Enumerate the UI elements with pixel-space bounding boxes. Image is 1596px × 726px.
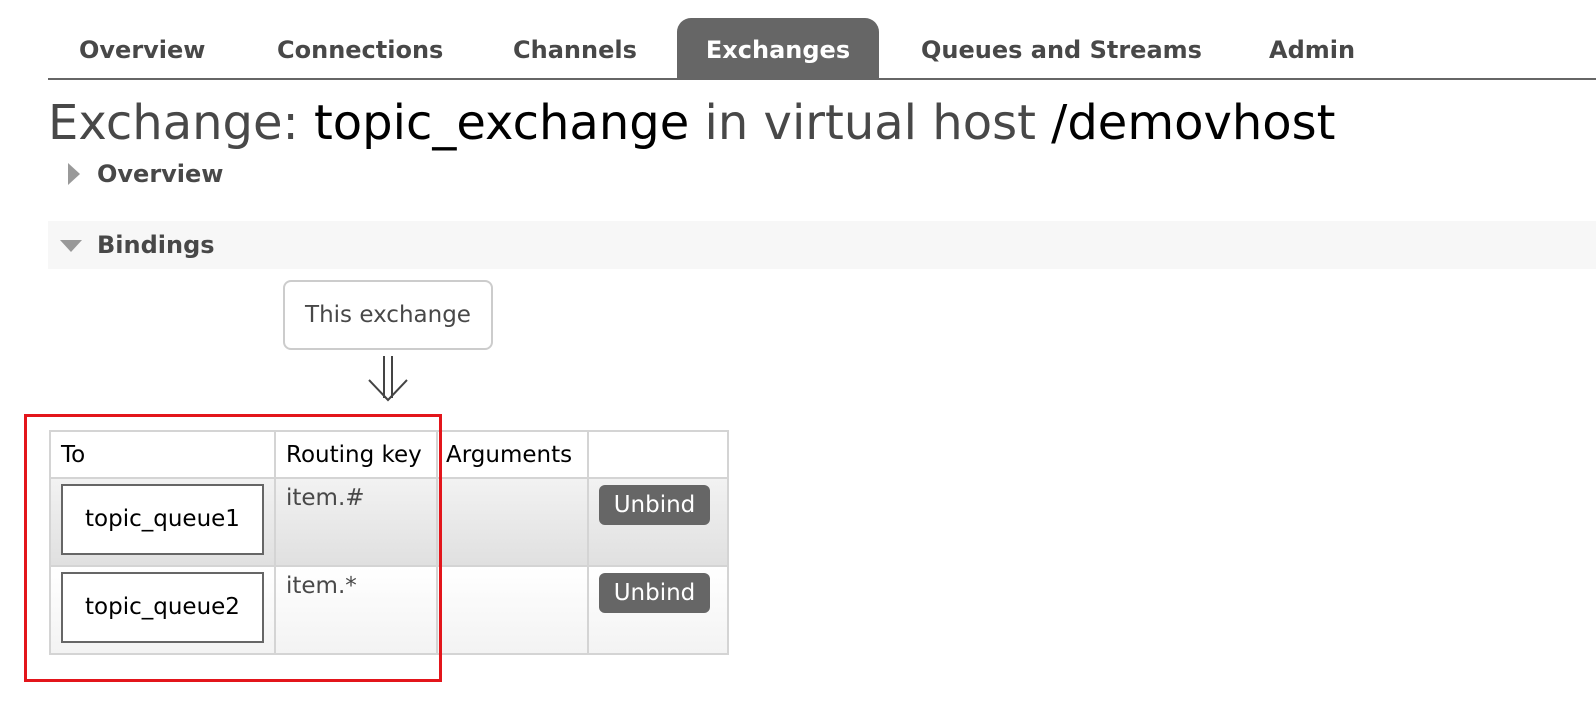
routing-key-value: item.# <box>286 485 365 511</box>
triangle-down-icon <box>60 240 82 252</box>
cell-arguments <box>436 477 589 567</box>
tab-overview[interactable]: Overview <box>79 18 205 79</box>
cell-to: topic_queue2 <box>49 565 276 655</box>
unbind-button[interactable]: Unbind <box>599 485 710 525</box>
tab-connections[interactable]: Connections <box>277 18 443 79</box>
column-header-arguments: Arguments <box>436 430 589 479</box>
table-header-row: To Routing key Arguments <box>49 430 729 479</box>
exchange-name: topic_exchange <box>313 95 690 151</box>
cell-routing-key: item.# <box>274 477 438 567</box>
main-nav: Overview Connections Channels Exchanges … <box>48 18 1596 80</box>
section-overview-toggle[interactable]: Overview <box>48 150 448 198</box>
bindings-table: To Routing key Arguments topic_queue1 it… <box>49 430 729 655</box>
queue-link[interactable]: topic_queue1 <box>61 484 264 555</box>
tab-queues-and-streams[interactable]: Queues and Streams <box>921 18 1202 79</box>
vhost-name: /demovhost <box>1051 95 1336 151</box>
title-prefix: Exchange: <box>48 95 299 151</box>
page-title: Exchange: topic_exchange in virtual host… <box>48 92 1335 154</box>
queue-link[interactable]: topic_queue2 <box>61 572 264 643</box>
triangle-right-icon <box>68 163 80 185</box>
routing-key-value: item.* <box>286 573 357 599</box>
table-row: topic_queue2 item.* Unbind <box>49 565 729 655</box>
column-header-routing-key: Routing key <box>274 430 438 479</box>
cell-actions: Unbind <box>587 477 729 567</box>
tab-exchanges[interactable]: Exchanges <box>677 18 879 79</box>
cell-to: topic_queue1 <box>49 477 276 567</box>
tab-channels[interactable]: Channels <box>513 18 637 79</box>
table-row: topic_queue1 item.# Unbind <box>49 477 729 567</box>
section-bindings-toggle[interactable]: Bindings <box>48 221 1596 269</box>
tab-admin[interactable]: Admin <box>1269 18 1355 79</box>
cell-actions: Unbind <box>587 565 729 655</box>
section-overview-label: Overview <box>97 160 224 188</box>
unbind-button[interactable]: Unbind <box>599 573 710 613</box>
cell-arguments <box>436 565 589 655</box>
section-bindings-label: Bindings <box>97 231 215 259</box>
this-exchange-box: This exchange <box>283 280 493 350</box>
column-header-to: To <box>49 430 276 479</box>
double-down-arrow-icon <box>368 356 408 402</box>
cell-routing-key: item.* <box>274 565 438 655</box>
column-header-actions <box>587 430 729 479</box>
title-middle: in virtual host <box>704 95 1036 151</box>
